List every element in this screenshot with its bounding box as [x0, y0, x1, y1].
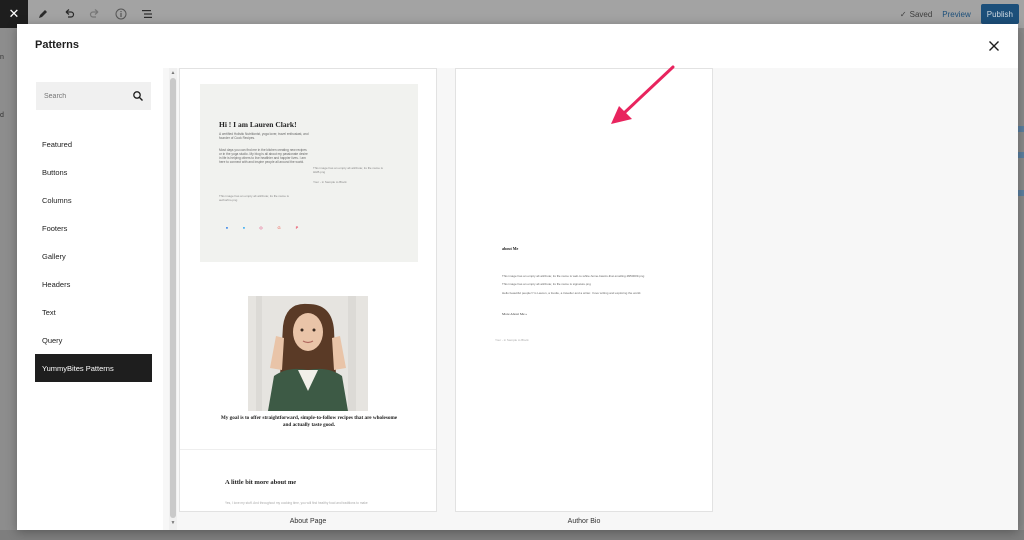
scroll-down-icon[interactable]: ▼ — [169, 520, 177, 526]
category-query[interactable]: Query — [35, 326, 152, 354]
sidebar-link-fragment — [1018, 152, 1024, 158]
pink-arrow-annotation — [611, 65, 675, 124]
category-headers[interactable]: Headers — [35, 270, 152, 298]
twitter-icon: ● — [242, 224, 246, 230]
close-icon[interactable] — [984, 36, 1004, 56]
preview-hero-title: Hi ! I am Lauren Clark! — [219, 120, 297, 129]
pattern-label-author-bio[interactable]: Author Bio — [455, 518, 713, 525]
patterns-modal: Patterns Featured Buttons Columns Footer… — [17, 24, 1018, 530]
editor-left-background: n d — [0, 28, 17, 540]
search-box — [36, 82, 151, 110]
category-gallery[interactable]: Gallery — [35, 242, 152, 270]
bio-more-link: More About Me » — [502, 312, 528, 316]
preview-more-title: A little bit more about me — [225, 479, 297, 486]
bio-title: about Me — [502, 246, 519, 251]
editor-bottom-background — [0, 530, 1024, 540]
instagram-icon: ◎ — [259, 224, 263, 230]
preview-divider — [180, 449, 436, 450]
category-list: Featured Buttons Columns Footers Gallery… — [35, 130, 152, 382]
pen-icon[interactable] — [32, 3, 54, 25]
author-photo — [248, 296, 368, 411]
category-yummybites-patterns[interactable]: YummyBites Patterns — [35, 354, 152, 382]
gallery-scrollbar[interactable]: ▲ ▼ — [169, 68, 177, 530]
category-text[interactable]: Text — [35, 298, 152, 326]
editor-right-background — [1018, 28, 1024, 540]
list-view-icon[interactable] — [136, 3, 158, 25]
preview-hero-body: Most days you can find me in the kitchen… — [219, 148, 308, 164]
bio-caption: Your - in Sample to Block — [495, 338, 529, 342]
sidebar-link-fragment — [1018, 190, 1024, 196]
pinterest-icon: P — [295, 224, 299, 230]
scroll-thumb[interactable] — [170, 78, 176, 518]
preview-more-text: Yes, I love my stuff. And throughout my … — [225, 501, 368, 505]
redo-icon[interactable] — [84, 3, 106, 25]
scroll-up-icon[interactable]: ▲ — [169, 70, 177, 76]
category-columns[interactable]: Columns — [35, 186, 152, 214]
pattern-card-about-page[interactable]: Hi ! I am Lauren Clark! A certified Holi… — [179, 68, 437, 512]
publish-button[interactable]: Publish — [980, 4, 1019, 24]
sidebar-link-fragment — [1018, 126, 1024, 132]
pattern-card-author-bio[interactable]: about Me This image has an empty alt att… — [455, 68, 713, 512]
preview-img-caption: Your - in Sample to Block — [313, 180, 347, 184]
preview-img-alt-2: This image has an empty alt attribute; i… — [219, 194, 289, 202]
saved-status: ✓ Saved — [899, 9, 933, 19]
category-footers[interactable]: Footers — [35, 214, 152, 242]
search-icon — [133, 91, 143, 101]
bio-img-alt-2: This image has an empty alt attribute; i… — [502, 282, 591, 286]
undo-icon[interactable] — [58, 3, 80, 25]
photo-caption: My goal is to offer straightforward, sim… — [220, 415, 398, 428]
check-icon: ✓ — [899, 9, 907, 19]
preview-hero: Hi ! I am Lauren Clark! A certified Holi… — [200, 84, 418, 262]
preview-hero-intro: A certified Holistic Nutritionist, yoga … — [219, 132, 309, 140]
category-buttons[interactable]: Buttons — [35, 158, 152, 186]
modal-title: Patterns — [35, 39, 80, 51]
facebook-icon: ● — [225, 224, 229, 230]
google-icon: G — [277, 224, 281, 230]
bio-img-alt: This image has an empty alt attribute; i… — [502, 274, 645, 278]
preview-img-alt: This image has an empty alt attribute; i… — [313, 166, 383, 174]
info-icon[interactable] — [110, 3, 132, 25]
category-featured[interactable]: Featured — [35, 130, 152, 158]
preview-button[interactable]: Preview — [942, 10, 970, 19]
bio-text: Hello beautiful people! I'm Lauren, a fo… — [502, 291, 642, 295]
pattern-label-about-page[interactable]: About Page — [179, 518, 437, 525]
